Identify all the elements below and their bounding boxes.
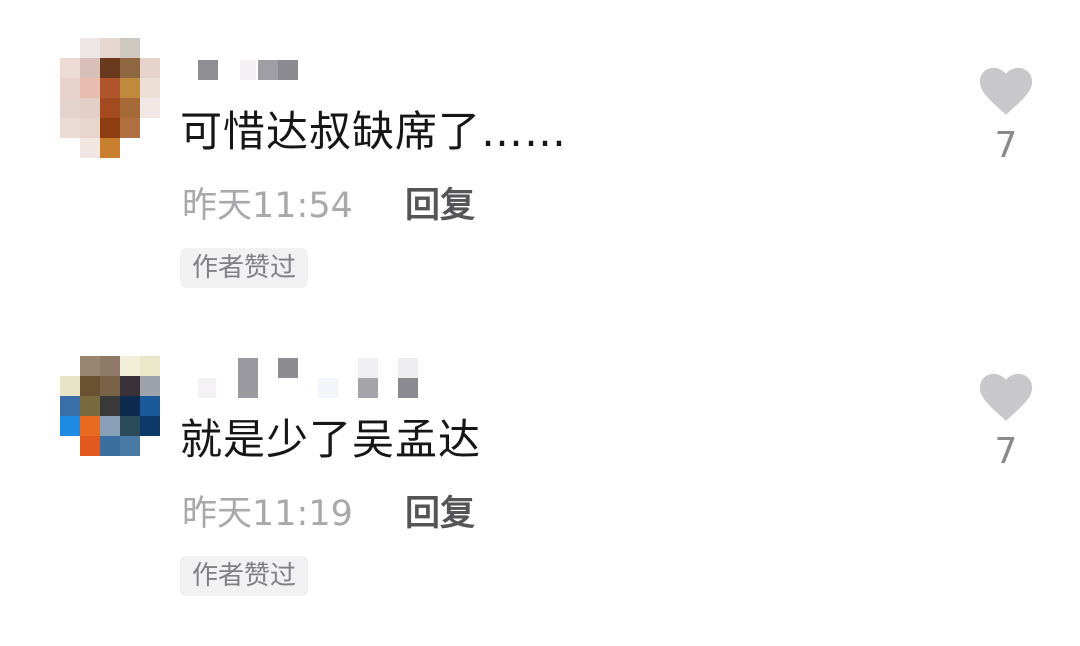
- username-redacted[interactable]: [198, 358, 438, 398]
- username-redacted[interactable]: [198, 60, 438, 84]
- author-liked-badge: 作者赞过: [180, 556, 309, 596]
- comment-item: 可惜达叔缺席了…… 昨天11:54 回复 作者赞过 7: [0, 0, 1080, 300]
- avatar[interactable]: [60, 356, 160, 476]
- reply-button[interactable]: 回复: [405, 492, 475, 536]
- comment-text: 就是少了吴孟达: [180, 415, 482, 464]
- comment-item: 就是少了吴孟达 昨天11:19 回复 作者赞过 7: [0, 308, 1080, 608]
- reply-button[interactable]: 回复: [405, 184, 475, 228]
- comment-time: 昨天11:19: [182, 494, 353, 534]
- like-button[interactable]: 7: [975, 66, 1037, 176]
- heart-icon: [979, 67, 1033, 115]
- avatar[interactable]: [60, 38, 160, 158]
- author-liked-badge: 作者赞过: [180, 248, 309, 288]
- like-button[interactable]: 7: [975, 372, 1037, 482]
- like-count: 7: [994, 431, 1018, 472]
- heart-icon: [979, 373, 1033, 421]
- like-count: 7: [994, 125, 1018, 166]
- comment-time: 昨天11:54: [182, 186, 353, 226]
- comment-text: 可惜达叔缺席了……: [180, 107, 568, 156]
